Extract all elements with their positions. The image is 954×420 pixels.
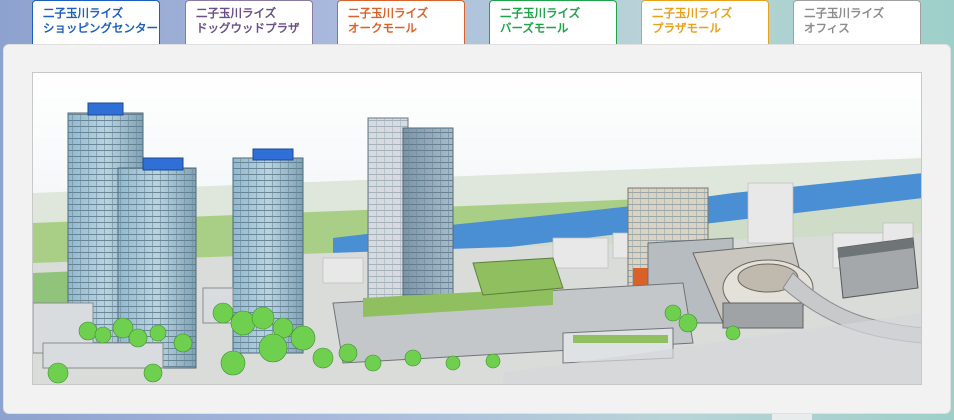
tab-label-line2: プラザモール xyxy=(652,21,721,35)
tab-plaza-mall[interactable]: 二子玉川ライズ プラザモール xyxy=(641,0,769,44)
facility-3d-map xyxy=(32,72,922,385)
tab-dogwood-plaza[interactable]: 二子玉川ライズ ドッグウッドプラザ xyxy=(185,0,313,44)
tab-birds-mall[interactable]: 二子玉川ライズ バーズモール xyxy=(489,0,617,44)
tab-shopping-center[interactable]: 二子玉川ライズ ショッピングセンター xyxy=(32,0,160,44)
mall-tab-bar: 二子玉川ライズ ショッピングセンター 二子玉川ライズ ドッグウッドプラザ 二子玉… xyxy=(0,0,954,46)
tab-label-line2: ショッピングセンター xyxy=(43,21,158,35)
tab-label-line2: オークモール xyxy=(348,21,417,35)
tab-label-line1: 二子玉川ライズ xyxy=(804,6,885,20)
building-rendering xyxy=(33,73,921,384)
tab-label-line2: オフィス xyxy=(804,21,850,35)
footer-strip xyxy=(772,414,812,420)
tab-oak-mall[interactable]: 二子玉川ライズ オークモール xyxy=(337,0,465,44)
tab-label-line1: 二子玉川ライズ xyxy=(348,6,429,20)
tab-office[interactable]: 二子玉川ライズ オフィス xyxy=(793,0,921,44)
tab-label-line1: 二子玉川ライズ xyxy=(43,6,124,20)
tab-label-line2: バーズモール xyxy=(500,21,569,35)
tab-label-line1: 二子玉川ライズ xyxy=(196,6,277,20)
tab-label-line2: ドッグウッドプラザ xyxy=(196,21,300,35)
station-building xyxy=(837,237,919,299)
tab-label-line1: 二子玉川ライズ xyxy=(652,6,733,20)
tab-label-line1: 二子玉川ライズ xyxy=(500,6,581,20)
